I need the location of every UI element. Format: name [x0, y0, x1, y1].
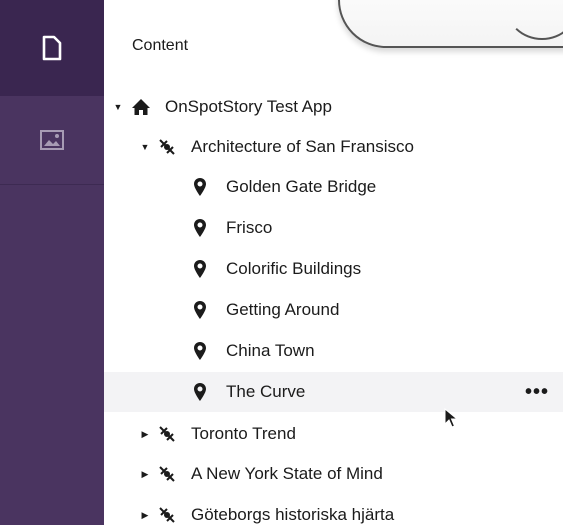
caret-right-icon[interactable]: ▶	[140, 510, 150, 521]
tree-node-label: Getting Around	[226, 300, 340, 319]
map-pin-icon	[188, 298, 212, 322]
tree-node-label: Golden Gate Bridge	[226, 177, 377, 196]
image-icon	[39, 129, 65, 151]
tree-node-label: Colorific Buildings	[226, 259, 362, 278]
tree-node-story[interactable]: ▶ A New York State of Mind	[104, 454, 563, 494]
tree-header: Content	[132, 37, 189, 54]
caret-right-icon[interactable]: ▶	[140, 469, 150, 480]
tree-node-label: The Curve	[226, 382, 306, 401]
tree-node-story[interactable]: ▼ Architecture of San Fransisco	[104, 127, 563, 167]
tree-node-story[interactable]: ▶ Toronto Trend	[104, 414, 563, 454]
satellite-icon	[155, 503, 179, 525]
map-pin-icon	[188, 380, 212, 404]
caret-down-icon[interactable]: ▼	[140, 142, 150, 152]
caret-right-icon[interactable]: ▶	[140, 429, 150, 440]
caret-down-icon[interactable]: ▼	[113, 102, 123, 112]
tree-node-place[interactable]: China Town	[104, 331, 563, 371]
tree-node-label: China Town	[226, 341, 315, 360]
tree-node-place[interactable]: Getting Around	[104, 290, 563, 330]
map-pin-icon	[188, 216, 212, 240]
satellite-icon	[155, 135, 179, 159]
rail-item-media[interactable]	[0, 96, 104, 185]
tree-node-label: OnSpotStory Test App	[165, 97, 332, 116]
tree-node-place[interactable]: Golden Gate Bridge	[104, 167, 563, 207]
tree-node-place-selected[interactable]: The Curve •••	[104, 372, 563, 412]
mouse-cursor-icon	[444, 407, 459, 433]
home-icon	[129, 95, 153, 119]
section-rail	[0, 0, 104, 525]
content-tree: Content ▼ OnSpotStory Test App ▼ Archite…	[104, 0, 563, 525]
tree-node-label: Göteborgs historiska hjärta	[191, 505, 395, 524]
map-pin-icon	[188, 339, 212, 363]
tree-node-root[interactable]: ▼ OnSpotStory Test App	[104, 87, 563, 127]
tree-node-place[interactable]: Frisco	[104, 208, 563, 248]
satellite-icon	[155, 462, 179, 486]
document-icon	[41, 35, 63, 61]
map-pin-icon	[188, 257, 212, 281]
tree-node-label: Toronto Trend	[191, 424, 296, 443]
tree-node-label: Architecture of San Fransisco	[191, 137, 414, 156]
satellite-icon	[155, 422, 179, 446]
map-pin-icon	[188, 175, 212, 199]
app-window: Content ▼ OnSpotStory Test App ▼ Archite…	[0, 0, 563, 525]
tree-node-story[interactable]: ▶ Göteborgs historiska hjärta	[104, 495, 563, 525]
tree-node-label: A New York State of Mind	[191, 464, 383, 483]
more-actions-button[interactable]: •••	[525, 382, 549, 402]
tree-node-place[interactable]: Colorific Buildings	[104, 249, 563, 289]
rail-item-content[interactable]	[0, 0, 104, 96]
tree-node-label: Frisco	[226, 218, 273, 237]
